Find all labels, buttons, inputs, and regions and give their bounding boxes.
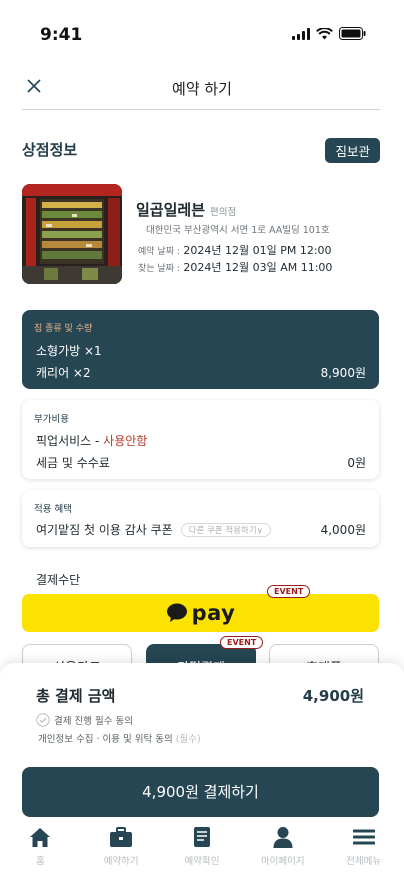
luggage-item: 소형가방 ×1: [36, 344, 102, 358]
pickup-date-value: 2024년 12월 03일 AM 11:00: [183, 261, 333, 274]
coupon-name: 여기맡짐 첫 이용 감사 쿠폰: [36, 523, 173, 537]
benefit-card: 적용 혜택 여기맡짐 첫 이용 감사 쿠폰 다른 쿠폰 적용하기∨ 4,000원: [22, 490, 379, 547]
pickup-service-label: 픽업서비스 -: [36, 434, 104, 448]
nav-label: 전체메뉴: [346, 856, 382, 867]
nav-home[interactable]: 홈: [0, 817, 81, 873]
luggage-item: 캐리어 ×2: [36, 366, 91, 380]
bottom-nav: 홈 예약하기 예약확인 마이페이지 전체메뉴: [0, 817, 404, 873]
reserve-date-value: 2024년 12월 01일 PM 12:00: [183, 244, 332, 257]
store-image: [22, 184, 122, 284]
status-icons: [292, 27, 366, 40]
speech-bubble-icon: [166, 603, 187, 622]
kakao-pay-label: pay: [191, 601, 236, 625]
privacy-label: 개인정보 수집 · 이용 및 위탁 동의: [38, 734, 176, 745]
pickup-date-row: 찾는 날짜 : 2024년 12월 03일 AM 11:00: [138, 259, 332, 275]
nav-reserve[interactable]: 예약하기: [81, 817, 162, 873]
other-coupon-button[interactable]: 다른 쿠폰 적용하기∨: [180, 523, 271, 537]
battery-icon: [339, 27, 366, 40]
store-category: 편의점: [210, 207, 237, 218]
coupon-row: 여기맡짐 첫 이용 감사 쿠폰 다른 쿠폰 적용하기∨: [36, 521, 271, 538]
luggage-label: 짐 종류 및 수량: [34, 324, 93, 334]
luggage-price: 8,900원: [320, 366, 366, 380]
nav-check-reservation[interactable]: 예약확인: [162, 817, 243, 873]
header-divider: [22, 109, 380, 110]
pickup-date-label: 찾는 날짜 :: [138, 264, 180, 274]
payment-method-title: 결제수단: [36, 573, 81, 587]
briefcase-icon: [110, 827, 133, 847]
nav-label: 예약확인: [184, 856, 220, 867]
extra-cost-card: 부가비용 픽업서비스 - 사용안함 세금 및 수수료 0원: [22, 400, 379, 479]
page-title: 예약 하기: [172, 80, 232, 98]
menu-icon: [352, 829, 375, 845]
reserve-date-label: 예약 날짜 :: [138, 247, 180, 257]
signal-icon: [292, 27, 310, 40]
store-name: 일곱일레븐: [136, 201, 206, 219]
wifi-icon: [316, 27, 333, 39]
status-time: 9:41: [40, 25, 83, 45]
extra-cost-label: 부가비용: [34, 414, 69, 425]
nav-mypage[interactable]: 마이페이지: [242, 817, 323, 873]
person-icon: [273, 827, 293, 848]
required-tag: (필수): [175, 734, 201, 745]
pickup-service-row: 픽업서비스 - 사용안함: [36, 432, 147, 449]
nav-label: 마이페이지: [260, 856, 305, 867]
store-section-title: 상점정보: [22, 141, 78, 159]
nav-label: 홈: [36, 856, 45, 867]
agree-row[interactable]: 결제 진행 필수 동의: [36, 713, 133, 727]
check-circle-icon[interactable]: [36, 713, 50, 727]
home-icon: [30, 828, 51, 847]
service-badge: 짐보관: [325, 138, 380, 163]
nav-all-menu[interactable]: 전체메뉴: [323, 817, 404, 873]
luggage-card: 짐 종류 및 수량 소형가방 ×1 캐리어 ×2 8,900원: [22, 310, 379, 389]
discount-amount: 4,000원: [320, 523, 366, 537]
kakao-pay-button[interactable]: pay: [22, 594, 379, 632]
document-icon: [193, 827, 210, 847]
reserve-date-row: 예약 날짜 : 2024년 12월 01일 PM 12:00: [138, 242, 332, 258]
total-amount: 4,900원: [302, 687, 364, 705]
tax-label: 세금 및 수수료: [36, 456, 110, 470]
pay-button[interactable]: 4,900원 결제하기: [22, 767, 379, 817]
pickup-service-status: 사용안함: [103, 434, 148, 448]
benefit-label: 적용 혜택: [34, 504, 72, 515]
store-address: 대한민국 부산광역시 서면 1로 AA빌딩 101호: [146, 225, 330, 236]
nav-label: 예약하기: [103, 856, 139, 867]
tax-value: 0원: [347, 456, 366, 470]
event-badge: EVENT: [220, 636, 264, 649]
total-label: 총 결제 금액: [36, 687, 116, 705]
agree-label: 결제 진행 필수 동의: [54, 716, 133, 727]
privacy-consent[interactable]: 개인정보 수집 · 이용 및 위탁 동의 (필수): [38, 731, 201, 745]
event-badge: EVENT: [267, 585, 311, 598]
